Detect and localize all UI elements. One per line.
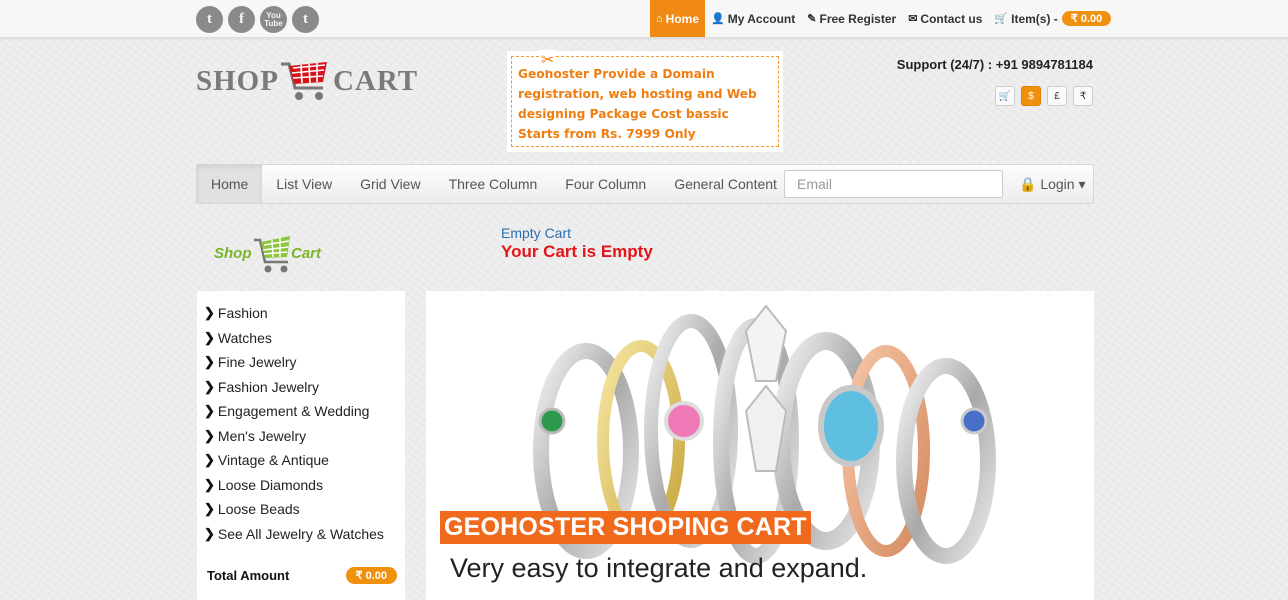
promo-box: ✂ Geohoster Provide a Domain registratio… [507, 50, 783, 152]
empty-cart-link[interactable]: Empty Cart [501, 225, 653, 241]
category-item[interactable]: ❯ Engagement & Wedding [197, 399, 405, 424]
home-icon: ⌂ [656, 12, 663, 25]
top-nav: ⌂ Home 👤 My Account ✎ Free Register ✉ Contac… [650, 0, 1117, 37]
category-label: Watches [217, 329, 272, 346]
category-item[interactable]: ❯ Loose Diamonds [197, 473, 405, 498]
top-nav-contact-us-label: Contact us [920, 11, 983, 26]
support-phone: Support (24/7) : +91 9894781184 [896, 57, 1093, 72]
total-amount-badge: ₹ 0.00 [345, 567, 397, 584]
nav-item-list-view[interactable]: List View [262, 165, 346, 203]
top-nav-my-account[interactable]: 👤 My Account [705, 0, 801, 37]
category-item[interactable]: ❯ Watches [197, 326, 405, 351]
category-item[interactable]: ❯ Loose Beads [197, 497, 405, 522]
category-item[interactable]: ❯ Fashion [197, 301, 405, 326]
top-nav-free-register[interactable]: ✎ Free Register [801, 0, 902, 37]
nav-item-four-column[interactable]: Four Column [551, 165, 660, 203]
category-label: Fine Jewelry [217, 354, 297, 371]
logo-cart-icon [281, 62, 327, 100]
chevron-right-icon: ❯ [204, 305, 215, 321]
category-label: Loose Diamonds [217, 476, 323, 493]
cart-empty-message: Your Cart is Empty [501, 242, 653, 261]
banner-caption: GEOHOSTER SHOPING CART [440, 511, 811, 544]
twitter-icon[interactable]: t [196, 6, 223, 33]
top-nav-contact-us[interactable]: ✉ Contact us [902, 0, 988, 37]
cart-status: Empty Cart Your Cart is Empty [501, 225, 653, 262]
youtube-icon[interactable]: You Tube [260, 6, 287, 33]
category-label: Men's Jewelry [217, 427, 307, 444]
banner-subtitle: Very easy to integrate and expand. [450, 553, 868, 583]
nav-item-grid-view[interactable]: Grid View [346, 165, 434, 203]
chevron-right-icon: ❯ [204, 501, 215, 517]
lock-icon: 🔒 [1019, 176, 1037, 192]
category-label: Engagement & Wedding [217, 403, 370, 420]
category-item[interactable]: ❯ Men's Jewelry [197, 424, 405, 449]
category-item[interactable]: ❯ Fashion Jewelry [197, 375, 405, 400]
hero-banner[interactable]: GEOHOSTER SHOPING CART Very easy to inte… [426, 291, 1094, 600]
user-icon: 👤 [711, 13, 725, 25]
top-nav-items-label: Item(s) - [1011, 11, 1058, 26]
category-label: Fashion [217, 305, 268, 322]
category-item[interactable]: ❯ Vintage & Antique [197, 448, 405, 473]
top-nav-home[interactable]: ⌂ Home [650, 0, 705, 37]
tumblr-icon[interactable]: t [292, 6, 319, 33]
chevron-right-icon: ❯ [204, 329, 215, 345]
scissors-icon: ✂ [539, 50, 557, 70]
small-logo-shop: Shop [214, 245, 252, 262]
category-label: See All Jewelry & Watches [217, 525, 384, 542]
chevron-right-icon: ❯ [204, 427, 215, 443]
cart-currency-icon[interactable]: 🛒 [995, 86, 1015, 106]
currency-dollar-button[interactable]: $ [1021, 86, 1041, 106]
total-amount-row: Total Amount ₹ 0.00 [207, 567, 397, 584]
top-nav-free-register-label: Free Register [819, 11, 897, 26]
logo-text-cart: CART [333, 65, 419, 97]
category-label: Fashion Jewelry [217, 378, 320, 395]
cart-icon: 🛒 [994, 13, 1009, 25]
top-nav-home-label: Home [665, 11, 699, 26]
chevron-right-icon: ❯ [204, 378, 215, 394]
social-links: t f You Tube t [196, 6, 319, 33]
top-nav-cart-items[interactable]: 🛒 Item(s) - ₹ 0.00 [988, 0, 1117, 37]
envelope-icon: ✉ [908, 13, 918, 25]
edit-icon: ✎ [807, 13, 817, 25]
chevron-right-icon: ❯ [204, 476, 215, 492]
chevron-right-icon: ❯ [204, 452, 215, 468]
category-label: Loose Beads [217, 501, 300, 518]
small-shop-cart-logo: Shop Cart [214, 230, 334, 278]
nav-item-general-content[interactable]: General Content [660, 165, 791, 203]
chevron-right-icon: ❯ [204, 403, 215, 419]
email-input[interactable] [784, 170, 1003, 198]
currency-switcher: 🛒 $ £ ₹ [995, 86, 1093, 106]
chevron-right-icon: ❯ [204, 354, 215, 370]
nav-item-home[interactable]: Home [197, 165, 263, 203]
small-logo-cart: Cart [291, 245, 322, 262]
facebook-icon[interactable]: f [228, 6, 255, 33]
logo-text-shop: SHOP [196, 65, 279, 97]
login-dropdown[interactable]: 🔒 Login ▾ [1019, 176, 1086, 193]
category-label: Vintage & Antique [217, 452, 329, 469]
category-item[interactable]: ❯ See All Jewelry & Watches [197, 522, 405, 547]
nav-item-three-column[interactable]: Three Column [435, 165, 552, 203]
category-sidebar: ❯ Fashion ❯ Watches ❯ Fine Jewelry ❯ Fashion… [197, 291, 405, 600]
category-item[interactable]: ❯ Fine Jewelry [197, 350, 405, 375]
total-amount-label: Total Amount [207, 568, 290, 583]
currency-rupee-button[interactable]: ₹ [1073, 86, 1093, 106]
main-navbar: Home List View Grid View Three Column Fo… [196, 164, 1094, 204]
caret-down-icon: ▾ [1078, 176, 1086, 192]
shop-cart-logo[interactable]: SHOP CART [196, 56, 417, 106]
cart-total-badge: ₹ 0.00 [1061, 11, 1112, 26]
login-label: Login [1040, 176, 1075, 192]
currency-pound-button[interactable]: £ [1047, 86, 1067, 106]
small-logo-cart-icon [254, 236, 290, 273]
top-bar: t f You Tube t ⌂ Home 👤 My Account ✎ Free R… [0, 0, 1288, 38]
top-nav-my-account-label: My Account [727, 11, 796, 26]
chevron-right-icon: ❯ [204, 525, 215, 541]
